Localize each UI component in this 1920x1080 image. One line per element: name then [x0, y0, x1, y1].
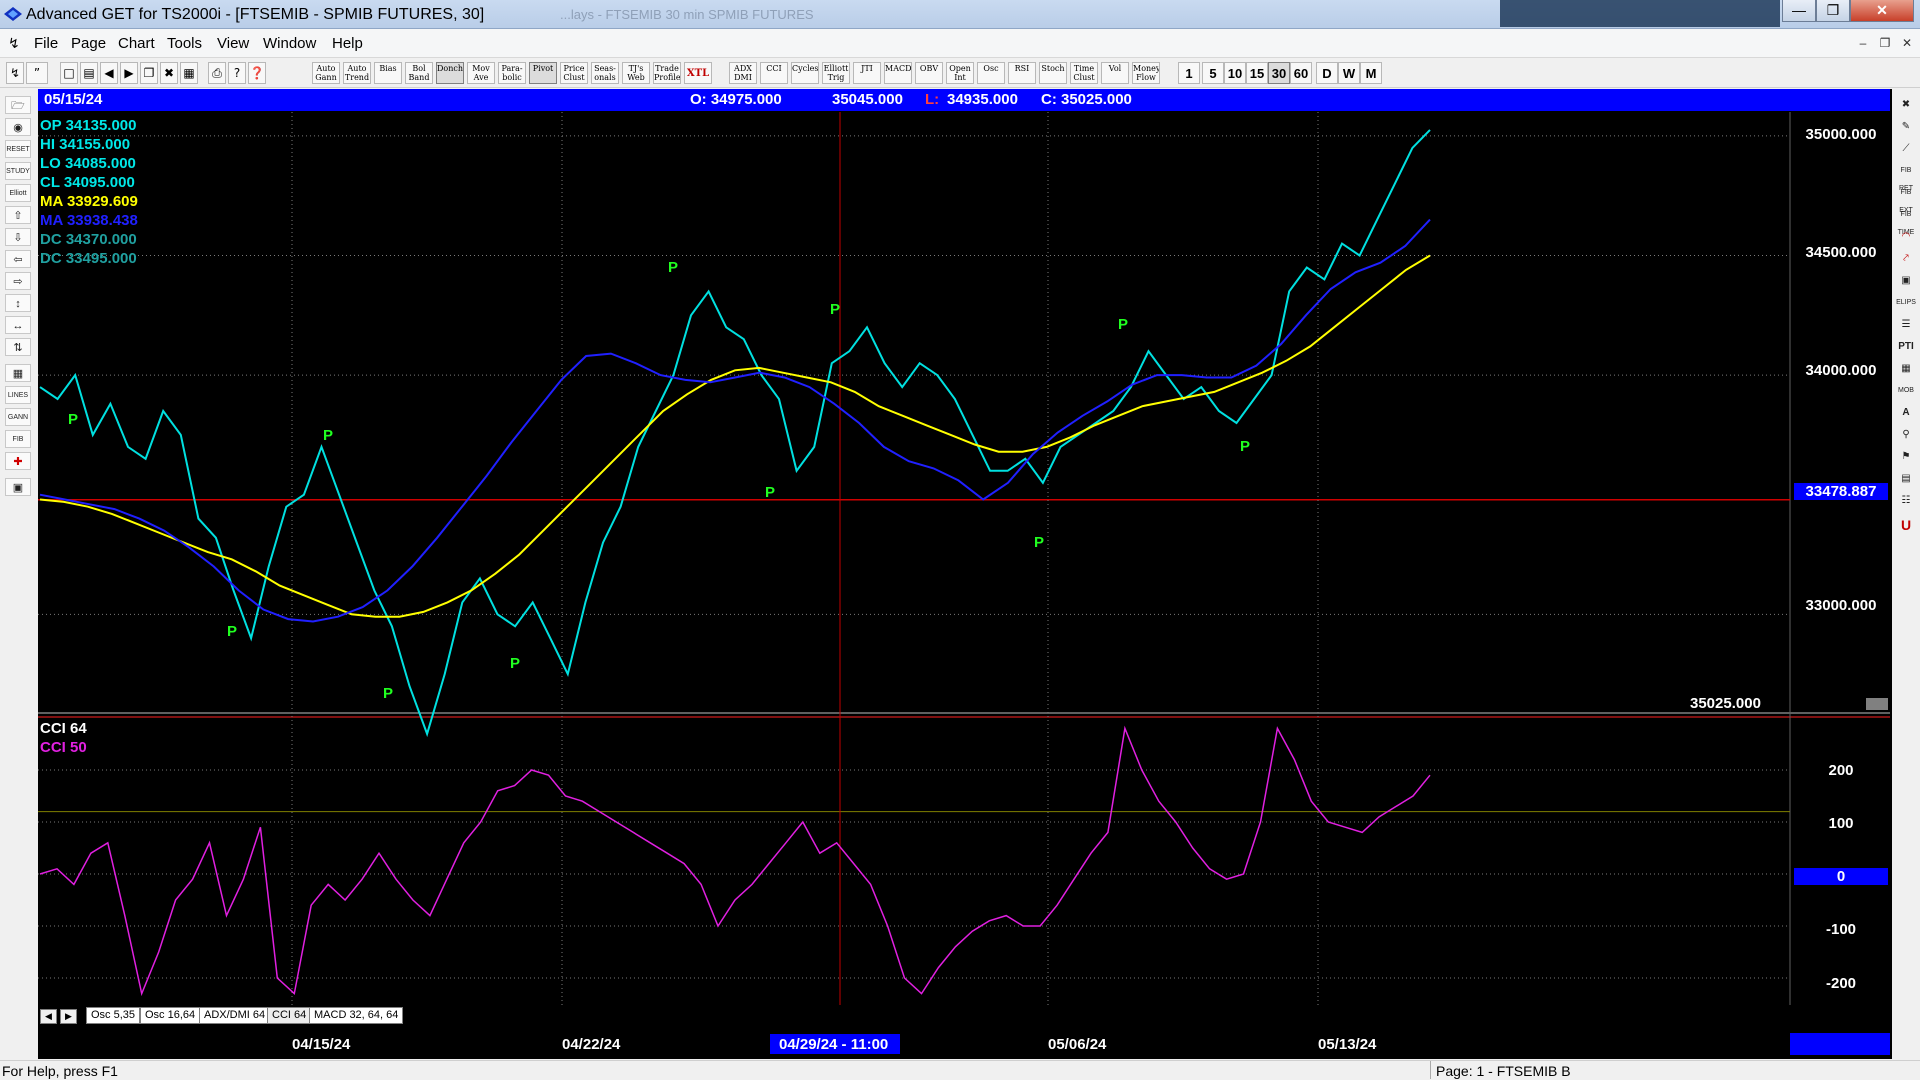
legend-row: CL 34095.000: [40, 174, 135, 191]
date-label-0513: 05/13/24: [1318, 1036, 1377, 1053]
scroll-thumb-icon[interactable]: [1866, 698, 1888, 710]
date-cursor-label: 04/29/24 - 11:00: [779, 1036, 889, 1053]
date-label-0422: 04/22/24: [562, 1036, 621, 1053]
cci-axis-0: 0: [1794, 868, 1888, 885]
pivot-marker: P: [68, 411, 78, 428]
date-label-0415: 04/15/24: [292, 1036, 351, 1053]
pivot-marker: P: [1034, 534, 1044, 551]
tab-scroll-right-icon[interactable]: ▶: [60, 1009, 77, 1024]
pivot-marker: P: [1240, 438, 1250, 455]
legend-row: MA 33938.438: [40, 212, 138, 229]
status-bar: For Help, press F1 Page: 1 - FTSEMIB B: [0, 1060, 1920, 1080]
legend-row: DC 34370.000: [40, 231, 137, 248]
cci-axis-200: 200: [1828, 762, 1854, 779]
price-axis-label-34000: 34000.000: [1805, 362, 1877, 379]
legend-row: LO 34085.000: [40, 155, 136, 172]
date-label-0506: 05/06/24: [1048, 1036, 1107, 1053]
pivot-marker: P: [1118, 316, 1128, 333]
pivot-marker: P: [383, 685, 393, 702]
cci-axis-100: 100: [1828, 815, 1854, 832]
pivot-marker: P: [510, 655, 520, 672]
price-axis-label-35000: 35000.000: [1805, 126, 1877, 143]
legend-row: DC 33495.000: [40, 250, 137, 267]
cci-axis-minus100: -100: [1825, 921, 1857, 938]
tab-scroll-left-icon[interactable]: ◀: [40, 1009, 57, 1024]
tab-osc-16-64[interactable]: Osc 16,64: [140, 1007, 201, 1024]
date-axis-corner: [1790, 1033, 1890, 1055]
last-price-label: 35025.000: [1690, 695, 1761, 712]
legend-row: HI 34155.000: [40, 136, 131, 153]
pivot-marker: P: [323, 427, 333, 444]
pivot-marker: P: [668, 259, 678, 276]
tab-adx-dmi[interactable]: ADX/DMI 64: [199, 1007, 271, 1024]
pivot-marker: P: [765, 484, 775, 501]
cci-line: [39, 725, 1431, 997]
cci-label: CCI 64: [40, 720, 87, 737]
tab-osc-5-35[interactable]: Osc 5,35: [86, 1007, 141, 1024]
tab-cci-64[interactable]: CCI 64: [267, 1007, 312, 1024]
cci-axis-minus200: -200: [1825, 975, 1857, 992]
legend-row: OP 34135.000: [40, 117, 137, 134]
cci-value-label: CCI 50: [40, 739, 87, 756]
current-price-label: 33478.887: [1794, 483, 1888, 500]
status-help-text: For Help, press F1: [2, 1063, 118, 1079]
pivot-marker: P: [830, 301, 840, 318]
status-panel-divider: [1430, 1061, 1590, 1079]
tab-macd[interactable]: MACD 32, 64, 64: [309, 1007, 404, 1024]
price-chart[interactable]: P P P P P P P P P P P: [0, 0, 1920, 1080]
pivot-marker: P: [227, 623, 237, 640]
price-axis-label-34500: 34500.000: [1805, 244, 1877, 261]
legend-row: MA 33929.609: [40, 193, 138, 210]
price-axis-label-33000: 33000.000: [1805, 597, 1877, 614]
